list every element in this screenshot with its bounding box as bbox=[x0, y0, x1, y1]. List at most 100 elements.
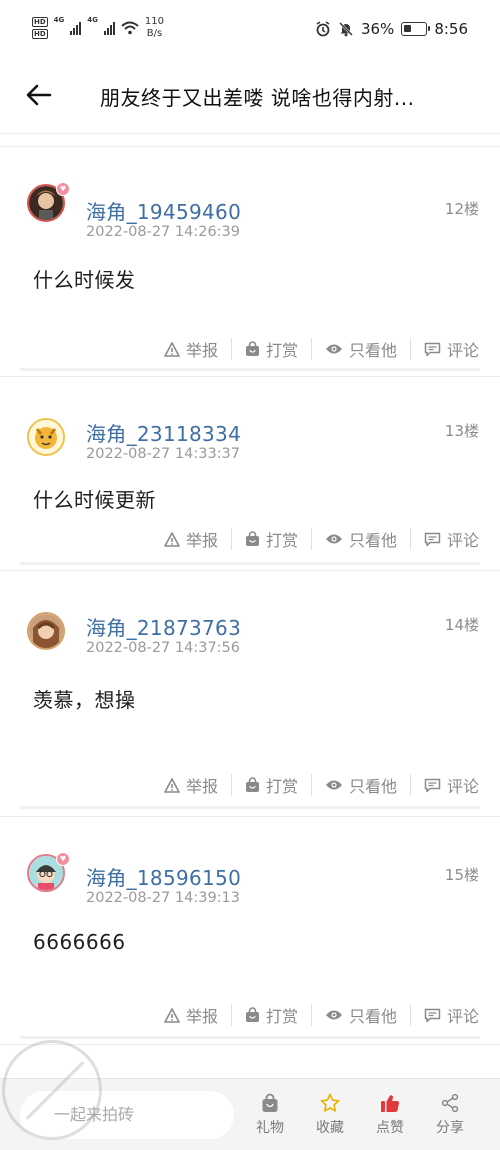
reply-item: 海角_23118334 2022-08-27 14:33:37 13楼 什么时候… bbox=[0, 388, 500, 570]
floor-number: 13楼 bbox=[444, 422, 479, 440]
wifi-icon bbox=[121, 21, 139, 35]
divider bbox=[20, 1036, 480, 1039]
comment-label: 评论 bbox=[446, 341, 479, 360]
battery-percent: 36% bbox=[360, 20, 395, 38]
tip-button[interactable]: 打赏 bbox=[230, 1004, 311, 1026]
username[interactable]: 海角_23118334 bbox=[86, 418, 241, 447]
comment-icon bbox=[424, 778, 441, 792]
floor-number: 15楼 bbox=[444, 866, 479, 884]
report-button[interactable]: 举报 bbox=[151, 338, 231, 360]
reply-actions: 举报 打赏 只看他 评论 bbox=[151, 338, 479, 360]
comment-button[interactable]: 评论 bbox=[409, 338, 479, 360]
status-right: 36% 8:56 bbox=[315, 20, 468, 38]
divider bbox=[20, 562, 480, 565]
floor-number: 14楼 bbox=[444, 616, 479, 634]
only-him-button[interactable]: 只看他 bbox=[310, 528, 410, 550]
comment-button[interactable]: 评论 bbox=[409, 774, 479, 796]
section-gap bbox=[0, 146, 500, 158]
signal-icon bbox=[103, 21, 115, 35]
section-gap bbox=[0, 570, 500, 582]
eye-icon bbox=[325, 1010, 342, 1020]
reply-item: ♥ 海角_19459460 2022-08-27 14:26:39 12楼 什么… bbox=[0, 158, 500, 376]
only-him-label: 只看他 bbox=[348, 777, 397, 796]
floor-number: 12楼 bbox=[444, 200, 479, 218]
favorite-button[interactable]: 收藏 bbox=[305, 1093, 355, 1137]
only-him-label: 只看他 bbox=[348, 341, 397, 360]
tip-button[interactable]: 打赏 bbox=[230, 528, 311, 550]
tip-button[interactable]: 打赏 bbox=[230, 338, 311, 360]
warning-icon bbox=[164, 341, 180, 357]
share-icon bbox=[441, 1093, 459, 1113]
timestamp: 2022-08-27 14:33:37 bbox=[86, 446, 240, 462]
comment-icon bbox=[424, 1008, 441, 1022]
report-button[interactable]: 举报 bbox=[151, 774, 231, 796]
section-gap bbox=[0, 376, 500, 388]
network-type: 4G bbox=[53, 16, 65, 24]
divider bbox=[20, 368, 480, 371]
alarm-icon bbox=[316, 21, 330, 37]
only-him-button[interactable]: 只看他 bbox=[310, 1004, 410, 1026]
status-left: HD HD 4G 4G 110 B/s bbox=[32, 16, 164, 40]
report-button[interactable]: 举报 bbox=[151, 528, 231, 550]
network-type: 4G bbox=[87, 16, 98, 24]
reply-content: 羡慕，想操 bbox=[33, 688, 136, 712]
page-title: 朋友终于又出差喽 说啥也得内射... bbox=[100, 86, 415, 110]
tip-button[interactable]: 打赏 bbox=[230, 774, 311, 796]
tip-label: 打赏 bbox=[265, 1007, 298, 1026]
battery-fill bbox=[404, 25, 412, 32]
tip-label: 打赏 bbox=[265, 531, 298, 550]
share-button[interactable]: 分享 bbox=[425, 1093, 475, 1137]
eye-icon bbox=[325, 344, 342, 354]
gift-bag-icon bbox=[262, 1093, 278, 1112]
reply-item: ♥ 海角_18596150 2022-08-27 14:39:13 15楼 66… bbox=[0, 828, 500, 1044]
like-button[interactable]: 点赞 bbox=[365, 1093, 415, 1137]
back-arrow-icon bbox=[26, 84, 52, 106]
divider bbox=[20, 806, 480, 809]
vip-badge-icon: ♥ bbox=[56, 852, 70, 866]
reply-content: 什么时候更新 bbox=[33, 488, 156, 512]
timestamp: 2022-08-27 14:37:56 bbox=[86, 640, 240, 656]
comment-input[interactable]: 一起来拍砖 bbox=[20, 1091, 234, 1139]
reply-content: 什么时候发 bbox=[33, 268, 136, 292]
reply-actions: 举报 打赏 只看他 评论 bbox=[151, 1004, 479, 1026]
report-label: 举报 bbox=[185, 341, 218, 360]
section-gap bbox=[0, 816, 500, 828]
favorite-label: 收藏 bbox=[316, 1120, 344, 1136]
shopping-bag-icon bbox=[245, 341, 259, 356]
tip-label: 打赏 bbox=[265, 341, 298, 360]
back-button[interactable] bbox=[22, 78, 56, 112]
reply-actions: 举报 打赏 只看他 评论 bbox=[151, 774, 479, 796]
only-him-button[interactable]: 只看他 bbox=[310, 774, 410, 796]
network-speed: 110 B/s bbox=[145, 16, 164, 40]
report-button[interactable]: 举报 bbox=[151, 1004, 231, 1026]
gift-button[interactable]: 礼物 bbox=[245, 1093, 295, 1137]
vip-badge-icon: ♥ bbox=[56, 182, 70, 196]
warning-icon bbox=[164, 1007, 180, 1023]
reply-item: 海角_21873763 2022-08-27 14:37:56 14楼 羡慕，想… bbox=[0, 582, 500, 816]
clock: 8:56 bbox=[434, 20, 468, 38]
timestamp: 2022-08-27 14:26:39 bbox=[86, 224, 240, 240]
comment-label: 评论 bbox=[446, 777, 479, 796]
shopping-bag-icon bbox=[245, 1007, 259, 1022]
only-him-button[interactable]: 只看他 bbox=[310, 338, 410, 360]
avatar[interactable] bbox=[27, 418, 65, 456]
star-icon bbox=[320, 1093, 340, 1112]
avatar[interactable] bbox=[27, 612, 65, 650]
like-label: 点赞 bbox=[376, 1120, 404, 1136]
hd-icon: HD bbox=[32, 17, 48, 27]
share-label: 分享 bbox=[436, 1120, 464, 1136]
comment-button[interactable]: 评论 bbox=[409, 1004, 479, 1026]
comment-label: 评论 bbox=[446, 531, 479, 550]
report-label: 举报 bbox=[185, 777, 218, 796]
username[interactable]: 海角_21873763 bbox=[86, 612, 241, 641]
username[interactable]: 海角_18596150 bbox=[86, 862, 241, 891]
shopping-bag-icon bbox=[245, 777, 259, 792]
tip-label: 打赏 bbox=[265, 777, 298, 796]
eye-icon bbox=[325, 534, 342, 544]
signal-icon bbox=[70, 21, 82, 35]
username[interactable]: 海角_19459460 bbox=[86, 196, 241, 225]
reply-content: 6666666 bbox=[33, 930, 126, 954]
top-navigation: 朋友终于又出差喽 说啥也得内射... bbox=[0, 60, 500, 134]
comment-button[interactable]: 评论 bbox=[409, 528, 479, 550]
only-him-label: 只看他 bbox=[348, 531, 397, 550]
